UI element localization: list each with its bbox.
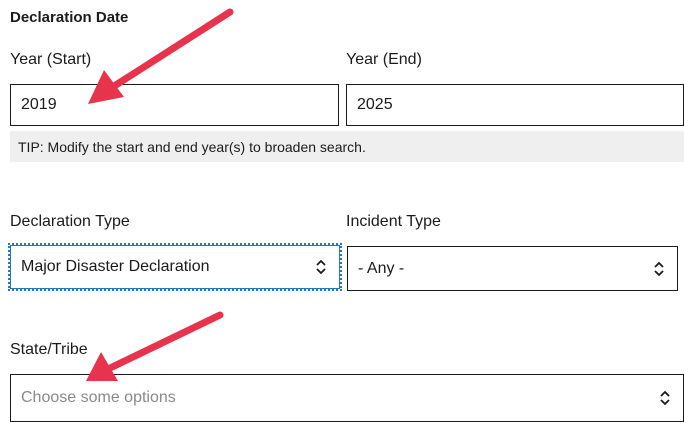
state-tribe-placeholder: Choose some options xyxy=(21,389,176,406)
declaration-type-select[interactable]: Major Disaster Declaration xyxy=(8,243,342,291)
chevron-up-down-icon xyxy=(653,260,665,278)
state-tribe-select[interactable]: Choose some options xyxy=(10,374,684,422)
year-start-value: 2019 xyxy=(21,96,57,113)
incident-type-selected: - Any - xyxy=(358,259,405,277)
year-end-label: Year (End) xyxy=(346,51,422,68)
state-tribe-label: State/Tribe xyxy=(10,341,88,358)
chevron-up-down-icon xyxy=(659,389,671,407)
annotation-arrow-state-tribe xyxy=(86,311,224,381)
year-tip-text: TIP: Modify the start and end year(s) to… xyxy=(10,131,684,162)
declaration-type-selected: Major Disaster Declaration xyxy=(21,258,210,275)
incident-type-label: Incident Type xyxy=(346,213,441,230)
chevron-up-down-icon xyxy=(315,258,327,276)
declaration-type-label: Declaration Type xyxy=(10,213,130,230)
year-start-label: Year (Start) xyxy=(10,51,92,68)
year-end-value: 2025 xyxy=(357,96,393,113)
incident-type-select[interactable]: - Any - xyxy=(347,246,678,291)
declaration-date-heading: Declaration Date xyxy=(10,9,129,26)
year-start-input[interactable]: 2019 xyxy=(10,84,339,126)
annotation-arrows xyxy=(86,8,234,381)
year-end-input[interactable]: 2025 xyxy=(346,84,684,126)
